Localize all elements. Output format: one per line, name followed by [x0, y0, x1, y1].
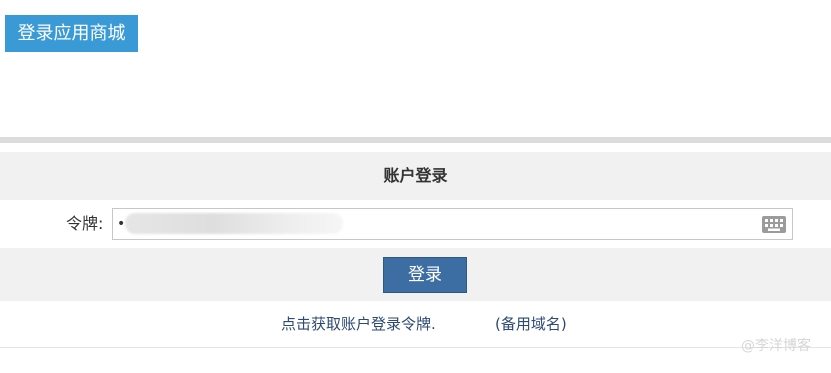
- login-app-store-button[interactable]: 登录应用商城: [5, 15, 138, 52]
- token-label: 令牌:: [66, 214, 104, 233]
- token-row: 令牌:: [0, 200, 831, 248]
- backup-domain-link[interactable]: (备用域名): [495, 301, 567, 348]
- login-panel-title-row: 账户登录: [0, 152, 831, 200]
- links-row: 点击获取账户登录令牌. (备用域名): [0, 301, 831, 348]
- login-button[interactable]: 登录: [383, 257, 467, 293]
- keyboard-icon[interactable]: [762, 216, 786, 233]
- submit-row: 登录: [0, 248, 831, 301]
- section-divider: [0, 137, 831, 143]
- app-store-login-page: 登录应用商城 账户登录 令牌: • 登录 点击获取账户登录令牌. (备用域名) …: [0, 0, 831, 373]
- login-panel-title: 账户登录: [383, 166, 448, 185]
- token-field[interactable]: [112, 208, 793, 240]
- get-login-token-link[interactable]: 点击获取账户登录令牌.: [281, 301, 436, 348]
- token-input[interactable]: [117, 209, 757, 239]
- watermark: @李洋博客: [741, 338, 811, 354]
